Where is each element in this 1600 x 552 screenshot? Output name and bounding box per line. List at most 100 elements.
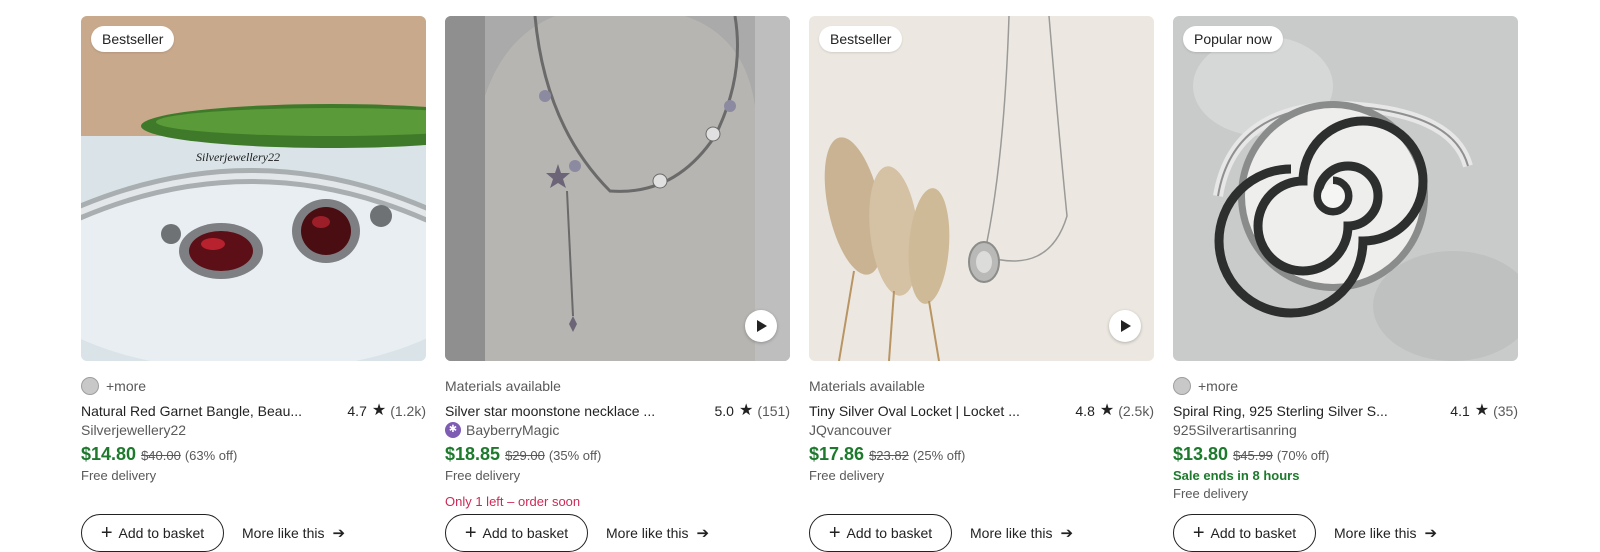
listing-image[interactable]: Bestseller bbox=[809, 16, 1154, 361]
add-to-basket-button[interactable]: + Add to basket bbox=[81, 514, 224, 552]
title-row: Silver star moonstone necklace ... 5.0 ★… bbox=[445, 401, 790, 421]
review-count: (2.5k) bbox=[1118, 403, 1154, 419]
rating: 4.8 ★ (2.5k) bbox=[1075, 402, 1154, 420]
shop-watermark: Silverjewellery22 bbox=[196, 150, 280, 164]
price-row: $17.86 $23.82 (25% off) bbox=[809, 444, 965, 465]
review-count: (35) bbox=[1493, 403, 1518, 419]
add-to-basket-label: Add to basket bbox=[482, 525, 569, 541]
oval-locket-photo bbox=[809, 16, 1154, 361]
add-to-basket-label: Add to basket bbox=[118, 525, 205, 541]
plus-icon: + bbox=[100, 522, 113, 544]
plus-icon: + bbox=[1192, 522, 1205, 544]
star-icon: ★ bbox=[1099, 402, 1115, 419]
price-row: $14.80 $40.00 (63% off) bbox=[81, 444, 237, 465]
sale-ends-note: Sale ends in 8 hours bbox=[1173, 468, 1300, 483]
materials-note: Materials available bbox=[445, 378, 561, 394]
bestseller-badge: Bestseller bbox=[819, 26, 903, 52]
more-like-this-label: More like this bbox=[606, 525, 689, 541]
listing-image[interactable]: Popular now bbox=[1173, 16, 1518, 361]
discount-percent: (63% off) bbox=[184, 448, 238, 463]
sale-price: $13.80 bbox=[1173, 444, 1229, 464]
add-to-basket-label: Add to basket bbox=[846, 525, 933, 541]
title-row: Tiny Silver Oval Locket | Locket ... 4.8… bbox=[809, 401, 1154, 421]
materials-note: Materials available bbox=[809, 378, 925, 394]
arrow-right-icon: ➔ bbox=[1060, 524, 1074, 542]
price-row: $13.80 $45.99 (70% off) bbox=[1173, 444, 1329, 465]
listing-title[interactable]: Spiral Ring, 925 Sterling Silver S... bbox=[1173, 403, 1388, 419]
color-swatch bbox=[1173, 377, 1191, 395]
discount-percent: (70% off) bbox=[1276, 448, 1330, 463]
add-to-basket-label: Add to basket bbox=[1210, 525, 1297, 541]
rating: 5.0 ★ (151) bbox=[714, 402, 791, 420]
original-price: $23.82 bbox=[869, 448, 909, 463]
garnet-bangle-photo bbox=[81, 16, 426, 361]
sale-price: $14.80 bbox=[81, 444, 137, 464]
arrow-right-icon: ➔ bbox=[696, 524, 710, 542]
arrow-right-icon: ➔ bbox=[332, 524, 346, 542]
delivery-note: Free delivery bbox=[1173, 486, 1249, 501]
shop-name-text: Silverjewellery22 bbox=[81, 422, 187, 438]
play-icon bbox=[1121, 320, 1131, 332]
more-like-this-label: More like this bbox=[970, 525, 1053, 541]
spiral-ring-photo bbox=[1173, 16, 1518, 361]
rating: 4.7 ★ (1.2k) bbox=[347, 402, 426, 420]
title-row: Spiral Ring, 925 Sterling Silver S... 4.… bbox=[1173, 401, 1518, 421]
listing-card: Popular now +more Spiral Ring, 925 Sterl… bbox=[1173, 16, 1518, 552]
listing-card: Materials available Silver star moonston… bbox=[445, 16, 790, 552]
listing-image[interactable]: Bestseller Silverjewellery22 bbox=[81, 16, 426, 361]
arrow-right-icon: ➔ bbox=[1424, 524, 1438, 542]
more-like-this-label: More like this bbox=[1334, 525, 1417, 541]
star-icon: ★ bbox=[738, 402, 754, 419]
delivery-note: Free delivery bbox=[445, 468, 521, 483]
more-like-this-link[interactable]: More like this ➔ bbox=[962, 514, 1081, 552]
listing-title[interactable]: Silver star moonstone necklace ... bbox=[445, 403, 655, 419]
popular-now-badge: Popular now bbox=[1183, 26, 1283, 52]
more-like-this-link[interactable]: More like this ➔ bbox=[1326, 514, 1445, 552]
star-seller-icon: ✱ bbox=[445, 422, 461, 438]
original-price: $45.99 bbox=[1233, 448, 1273, 463]
listing-card: Bestseller Materials available Tiny Silv… bbox=[809, 16, 1154, 552]
delivery-note: Free delivery bbox=[809, 468, 885, 483]
shop-name[interactable]: ✱ BayberryMagic bbox=[445, 420, 559, 440]
star-icon: ★ bbox=[371, 402, 387, 419]
review-count: (151) bbox=[757, 403, 790, 419]
more-variations-text: +more bbox=[106, 378, 147, 394]
listing-title[interactable]: Tiny Silver Oval Locket | Locket ... bbox=[809, 403, 1020, 419]
add-to-basket-button[interactable]: + Add to basket bbox=[1173, 514, 1316, 552]
review-count: (1.2k) bbox=[390, 403, 426, 419]
shop-name[interactable]: 925Silverartisanring bbox=[1173, 420, 1297, 440]
discount-percent: (35% off) bbox=[548, 448, 602, 463]
plus-icon: + bbox=[828, 522, 841, 544]
star-necklace-photo bbox=[445, 16, 790, 361]
more-like-this-link[interactable]: More like this ➔ bbox=[234, 514, 353, 552]
more-like-this-link[interactable]: More like this ➔ bbox=[598, 514, 717, 552]
price-row: $18.85 $29.00 (35% off) bbox=[445, 444, 601, 465]
shop-name[interactable]: JQvancouver bbox=[809, 420, 891, 440]
rating-value: 5.0 bbox=[714, 403, 734, 419]
color-swatch bbox=[81, 377, 99, 395]
shop-name-text: BayberryMagic bbox=[466, 422, 560, 438]
sale-price: $17.86 bbox=[809, 444, 865, 464]
low-stock-note: Only 1 left – order soon bbox=[445, 494, 581, 509]
discount-percent: (25% off) bbox=[912, 448, 966, 463]
play-video-button[interactable] bbox=[745, 310, 777, 342]
variation-indicator: +more bbox=[1173, 376, 1238, 396]
original-price: $40.00 bbox=[141, 448, 181, 463]
star-icon: ★ bbox=[1474, 402, 1490, 419]
play-video-button[interactable] bbox=[1109, 310, 1141, 342]
rating-value: 4.7 bbox=[347, 403, 367, 419]
title-row: Natural Red Garnet Bangle, Beau... 4.7 ★… bbox=[81, 401, 426, 421]
listing-card: Bestseller Silverjewellery22 +more Natur… bbox=[81, 16, 426, 552]
listing-image[interactable] bbox=[445, 16, 790, 361]
add-to-basket-button[interactable]: + Add to basket bbox=[809, 514, 952, 552]
rating: 4.1 ★ (35) bbox=[1450, 402, 1518, 420]
listing-title[interactable]: Natural Red Garnet Bangle, Beau... bbox=[81, 403, 302, 419]
sale-price: $18.85 bbox=[445, 444, 501, 464]
more-variations-text: +more bbox=[1198, 378, 1239, 394]
shop-name-text: 925Silverartisanring bbox=[1173, 422, 1297, 438]
rating-value: 4.8 bbox=[1075, 403, 1095, 419]
add-to-basket-button[interactable]: + Add to basket bbox=[445, 514, 588, 552]
original-price: $29.00 bbox=[505, 448, 545, 463]
shop-name-text: JQvancouver bbox=[809, 422, 892, 438]
shop-name[interactable]: Silverjewellery22 bbox=[81, 420, 186, 440]
